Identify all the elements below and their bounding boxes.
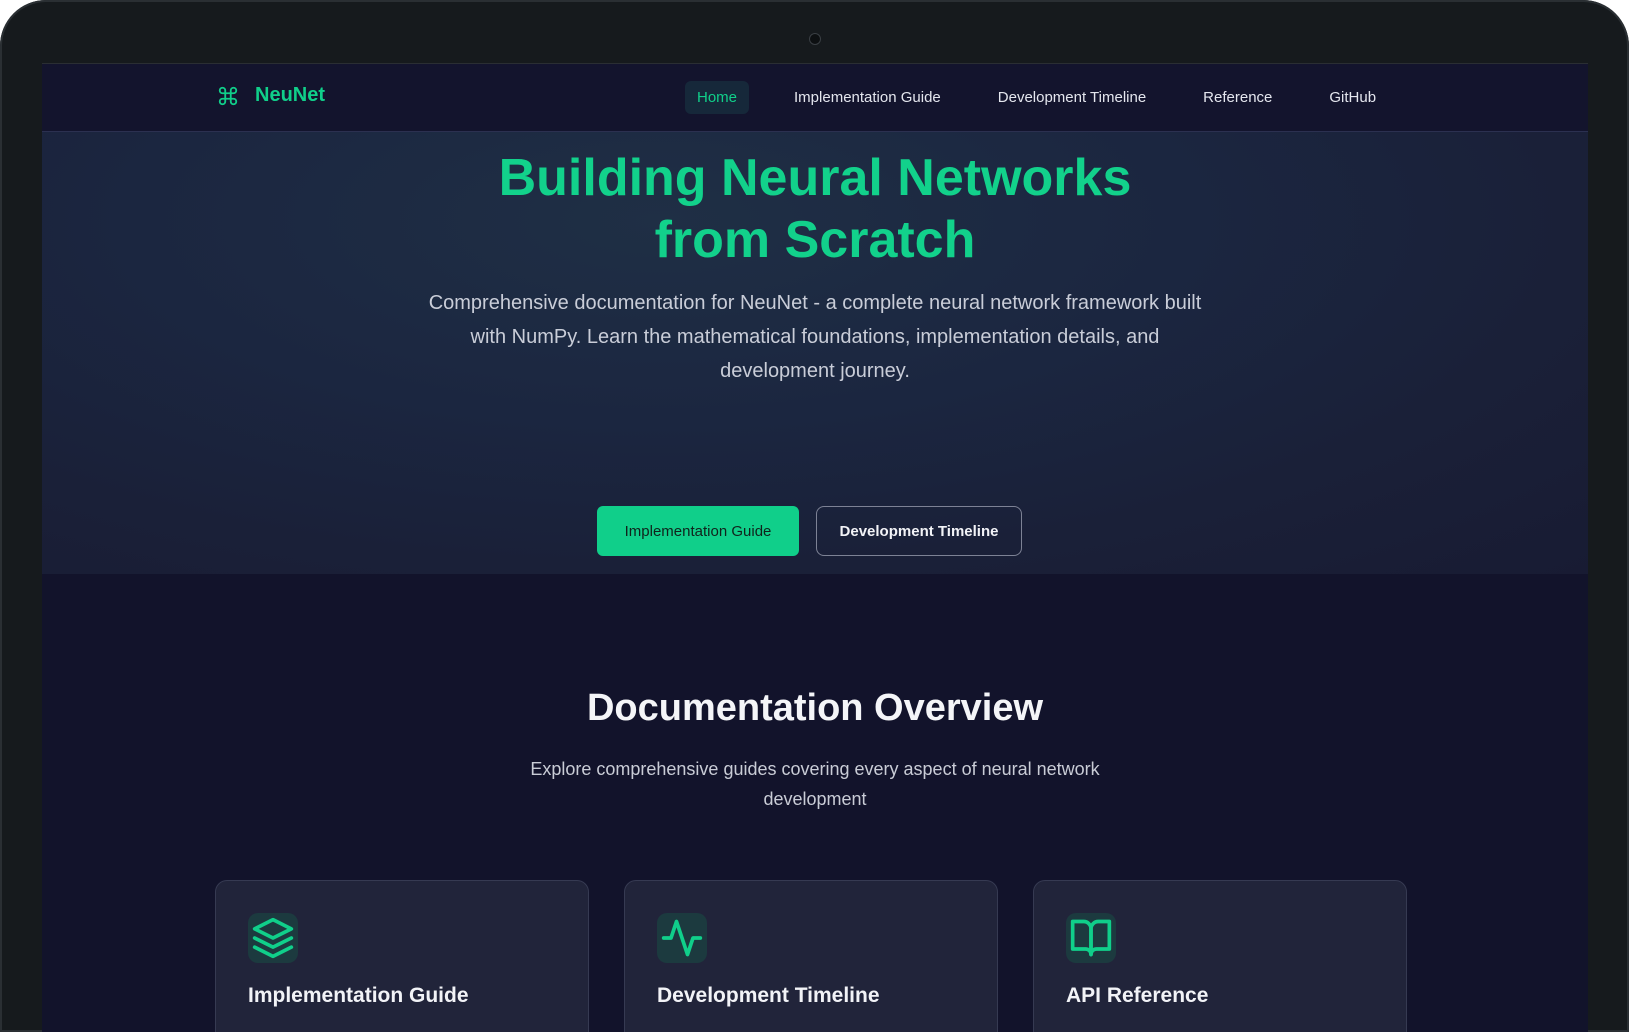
brand-logo-link[interactable]: NeuNet [217,84,325,107]
card-icon-wrapper [1066,913,1116,963]
card-title: Development Timeline [657,984,880,1007]
nav-implementation-guide[interactable]: Implementation Guide [782,81,953,114]
hero-description: Comprehensive documentation for NeuNet -… [428,292,1202,382]
nav-github[interactable]: GitHub [1317,81,1388,114]
card-development-timeline[interactable]: Development Timeline [624,880,998,1032]
layers-icon [252,917,294,959]
camera-dot [809,33,821,45]
hero-section: Building Neural Networks from Scratch Co… [42,132,1588,574]
hero-title-line1: Building Neural Networks [498,149,1132,207]
implementation-guide-button[interactable]: Implementation Guide [597,506,799,556]
top-navbar: NeuNet Home Implementation Guide Develop… [42,64,1588,132]
browser-viewport: NeuNet Home Implementation Guide Develop… [42,63,1588,1032]
book-open-icon [1070,919,1112,957]
card-implementation-guide[interactable]: Implementation Guide [215,880,589,1032]
card-icon-wrapper [657,913,707,963]
main-nav: Home Implementation Guide Development Ti… [685,81,1421,114]
brand-name: NeuNet [255,84,326,106]
card-title: Implementation Guide [248,984,469,1007]
hero-title-line2: from Scratch [654,211,976,269]
activity-icon [661,919,703,957]
nav-home[interactable]: Home [685,81,750,114]
nav-reference[interactable]: Reference [1191,81,1284,114]
card-icon-wrapper [248,913,298,963]
overview-description: Explore comprehensive guides covering ev… [530,759,1100,809]
development-timeline-button[interactable]: Development Timeline [816,506,1022,556]
card-title: API Reference [1066,984,1209,1007]
hero-title: Building Neural Networks from Scratch [42,147,1588,271]
overview-title: Documentation Overview [586,687,1044,729]
laptop-frame: NeuNet Home Implementation Guide Develop… [0,0,1629,1032]
card-api-reference[interactable]: API Reference [1033,880,1407,1032]
command-icon [218,86,238,105]
nav-development-timeline[interactable]: Development Timeline [986,81,1158,114]
